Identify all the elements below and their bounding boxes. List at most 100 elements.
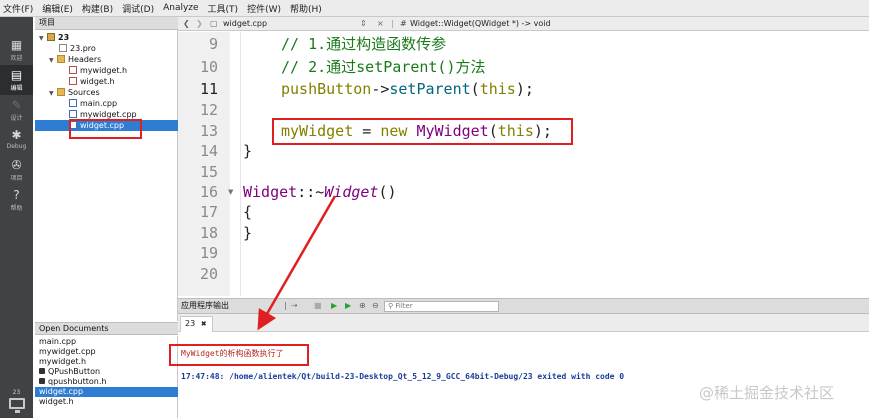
- document-icon: ▤: [10, 68, 23, 82]
- tree-item-header[interactable]: mywidget.h: [69, 65, 127, 76]
- mode-bar: ▦ 欢迎 ▤ 编辑 ✎ 设计 ✱ Debug ✇ 项目 ? 帮助 23: [0, 17, 33, 418]
- mode-edit-label: 编辑: [10, 85, 23, 92]
- line-number: 17: [199, 203, 218, 221]
- close-editor-icon[interactable]: ×: [377, 17, 384, 30]
- mode-help[interactable]: ? 帮助: [0, 185, 33, 215]
- line-number-current: 11: [199, 80, 218, 98]
- code-line: }: [243, 142, 253, 160]
- close-tab-icon[interactable]: ✖: [201, 320, 207, 328]
- open-document-item[interactable]: mywidget.cpp: [35, 347, 178, 357]
- open-document-label: QPushButton: [48, 367, 101, 376]
- qt-creator-window: 文件(F) 编辑(E) 构建(B) 调试(D) Analyze 工具(T) 控件…: [0, 0, 869, 418]
- output-pane-header: 应用程序输出 | ⇢ ■ ▶ ▶ ⊕ ⊖ ⚲ Filter: [178, 298, 869, 314]
- source-label: main.cpp: [80, 99, 118, 108]
- tree-item-headers[interactable]: ▼ Headers: [49, 54, 101, 65]
- project-name: 23: [58, 33, 70, 42]
- line-number: 18: [199, 224, 218, 242]
- mode-welcome[interactable]: ▦ 欢迎: [0, 35, 33, 65]
- back-icon[interactable]: ❮: [183, 17, 190, 30]
- filter-input[interactable]: ⚲ Filter: [384, 301, 499, 312]
- forward-icon[interactable]: ❯: [196, 17, 203, 30]
- output-pane-title: 应用程序输出: [181, 301, 229, 310]
- stop-icon[interactable]: ■: [314, 299, 322, 313]
- zoom-in-icon[interactable]: ⊕: [359, 299, 366, 313]
- project-tree: ▼ 23 23.pro ▼ Headers mywidget.h widget.h …: [35, 30, 178, 321]
- editor-file-name[interactable]: widget.cpp: [223, 17, 267, 30]
- watermark: @稀土掘金技术社区: [699, 384, 835, 402]
- mode-projects[interactable]: ✇ 项目: [0, 155, 33, 185]
- annotation-box-file: [69, 119, 142, 139]
- file-type-icon: ▢: [210, 19, 218, 28]
- zoom-out-icon[interactable]: ⊖: [372, 299, 379, 313]
- bug-icon: ✱: [11, 128, 22, 142]
- output-tab-label: 23: [185, 319, 196, 328]
- tree-item-sources[interactable]: ▼ Sources: [49, 87, 100, 98]
- menu-widgets[interactable]: 控件(W): [247, 2, 281, 15]
- fold-arrow-icon[interactable]: ▼: [228, 188, 233, 196]
- mode-debug-label: Debug: [6, 143, 27, 150]
- code-line: // 2.通过setParent()方法: [281, 58, 486, 76]
- mode-debug[interactable]: ✱ Debug: [0, 125, 33, 155]
- menu-tools[interactable]: 工具(T): [208, 2, 239, 15]
- mode-projects-label: 项目: [10, 175, 23, 182]
- folder-icon: [57, 55, 65, 63]
- output-line: 17:47:48: /home/alientek/Qt/build-23-Des…: [181, 372, 625, 381]
- lock-icon: [39, 378, 45, 384]
- annotation-box-output: [169, 344, 309, 366]
- line-number: 13: [199, 122, 218, 140]
- source-label: mywidget.cpp: [80, 110, 137, 119]
- expand-arrow-icon[interactable]: ▼: [39, 33, 47, 44]
- expand-arrow-icon[interactable]: ▼: [49, 55, 57, 66]
- open-document-item[interactable]: widget.h: [35, 397, 178, 407]
- monitor-icon[interactable]: [9, 398, 25, 413]
- headers-label: Headers: [68, 55, 102, 64]
- menu-edit[interactable]: 编辑(E): [42, 2, 73, 15]
- project-folder-icon: [47, 33, 55, 41]
- tree-item-pro-file[interactable]: 23.pro: [59, 43, 96, 54]
- separator: |: [284, 301, 287, 310]
- open-document-item[interactable]: QPushButton: [35, 367, 178, 377]
- expand-arrow-icon[interactable]: ▼: [49, 88, 57, 99]
- open-documents-title: Open Documents: [35, 322, 178, 335]
- tree-item-header[interactable]: widget.h: [69, 76, 115, 87]
- menu-debug[interactable]: 调试(D): [122, 2, 154, 15]
- attach-icon[interactable]: ⇢: [291, 299, 298, 313]
- menu-build[interactable]: 构建(B): [82, 2, 113, 15]
- run-icon[interactable]: ▶: [331, 299, 337, 313]
- wrench-icon: ✇: [11, 158, 22, 172]
- tree-item-project[interactable]: ▼ 23: [39, 32, 69, 43]
- line-number: 20: [199, 265, 218, 283]
- folder-icon: [57, 88, 65, 96]
- header-label: mywidget.h: [80, 66, 128, 75]
- open-document-label: qpushbutton.h: [48, 377, 107, 386]
- menu-analyze[interactable]: Analyze: [163, 3, 198, 13]
- grid-icon: ▦: [10, 38, 23, 52]
- menu-help[interactable]: 帮助(H): [290, 2, 322, 15]
- pen-icon: ✎: [11, 98, 22, 112]
- line-number: 12: [199, 101, 218, 119]
- debug-run-icon[interactable]: ▶: [345, 299, 351, 313]
- line-number: 16: [199, 183, 218, 201]
- line-number: 15: [199, 163, 218, 181]
- fold-margin: [240, 32, 241, 296]
- pro-file-label: 23.pro: [70, 44, 96, 53]
- lock-icon: [39, 368, 45, 374]
- open-document-item[interactable]: main.cpp: [35, 337, 178, 347]
- open-document-item-selected[interactable]: widget.cpp: [35, 387, 178, 397]
- mode-welcome-label: 欢迎: [10, 55, 23, 62]
- mode-design[interactable]: ✎ 设计: [0, 95, 33, 125]
- function-crumb[interactable]: Widget::Widget(QWidget *) -> void: [410, 17, 551, 30]
- cpp-file-icon: [69, 99, 77, 107]
- cpp-file-icon: [69, 110, 77, 118]
- mode-edit[interactable]: ▤ 编辑: [0, 65, 33, 95]
- output-tab[interactable]: 23 ✖: [180, 316, 213, 332]
- tree-item-source[interactable]: main.cpp: [69, 98, 117, 109]
- editor-toolbar: ❮ ❯ ▢ widget.cpp ⇕ × | # Widget::Widget(…: [178, 17, 869, 31]
- separator: |: [391, 19, 394, 28]
- menu-file[interactable]: 文件(F): [3, 2, 33, 15]
- open-document-item[interactable]: qpushbutton.h: [35, 377, 178, 387]
- filter-placeholder: Filter: [395, 302, 413, 310]
- open-document-item[interactable]: mywidget.h: [35, 357, 178, 367]
- chevron-updown-icon[interactable]: ⇕: [360, 17, 367, 30]
- mode-help-label: 帮助: [10, 205, 23, 212]
